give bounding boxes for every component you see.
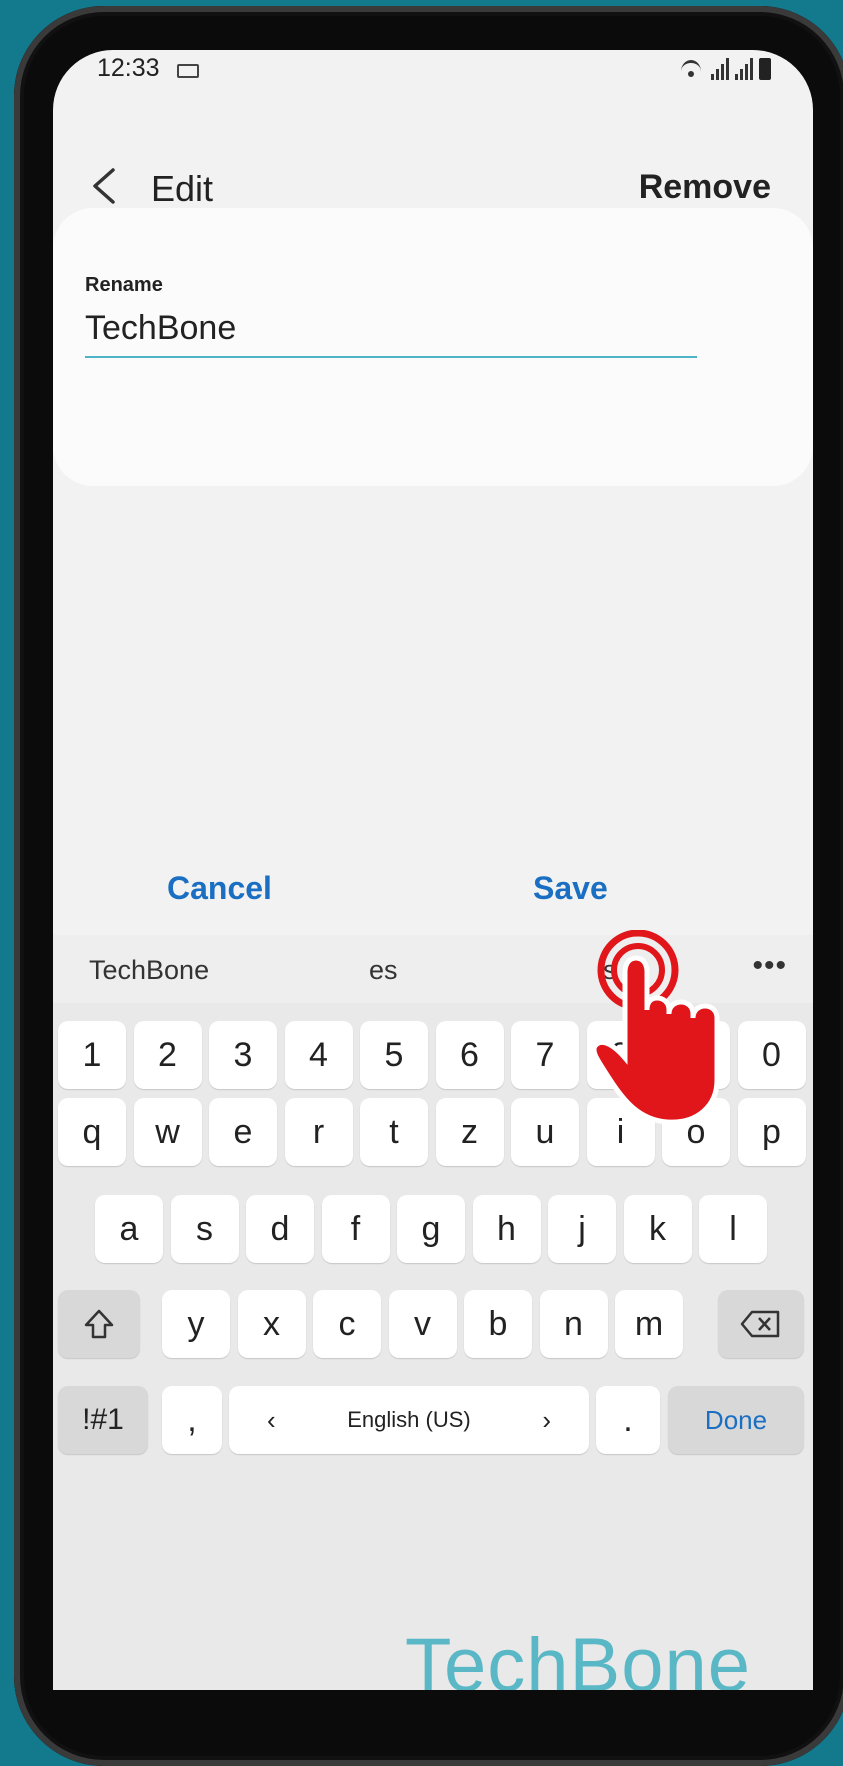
key-i[interactable]: i (586, 1098, 655, 1166)
key-q[interactable]: q (58, 1098, 126, 1166)
space-key[interactable]: ‹ English (US) › (229, 1386, 589, 1454)
key-j[interactable]: j (548, 1195, 616, 1263)
save-button[interactable]: Save (533, 870, 608, 907)
key-s[interactable]: s (170, 1195, 239, 1263)
remove-button[interactable]: Remove (639, 168, 771, 207)
status-bar: 12:33 (53, 50, 813, 120)
signal-icon-2 (735, 58, 753, 80)
key-l[interactable]: l (699, 1195, 767, 1263)
status-time: 12:33 (97, 54, 160, 82)
key-k[interactable]: k (623, 1195, 692, 1263)
key-d[interactable]: d (246, 1195, 314, 1263)
signal-icon (711, 58, 729, 80)
keyboard: TechBone es is ••• 1234567890 qwertzuiop a… (53, 935, 813, 1690)
watermark: TechBone (405, 1623, 752, 1690)
key-1[interactable]: 1 (58, 1021, 126, 1089)
backspace-icon (740, 1310, 780, 1338)
done-key[interactable]: Done (668, 1386, 804, 1454)
key-g[interactable]: g (397, 1195, 465, 1263)
suggestion-3[interactable]: is (597, 955, 617, 986)
key-p[interactable]: p (737, 1098, 806, 1166)
key-0[interactable]: 0 (737, 1021, 806, 1089)
page-title: Edit (151, 168, 214, 209)
key-8[interactable]: 8 (586, 1021, 655, 1089)
key-m[interactable]: m (615, 1290, 683, 1358)
key-a[interactable]: a (95, 1195, 163, 1263)
key-x[interactable]: x (237, 1290, 306, 1358)
rename-label: Rename (85, 274, 163, 296)
key-4[interactable]: 4 (284, 1021, 353, 1089)
key-2[interactable]: 2 (133, 1021, 202, 1089)
cancel-button[interactable]: Cancel (167, 870, 272, 907)
key-v[interactable]: v (388, 1290, 457, 1358)
key-y[interactable]: y (162, 1290, 230, 1358)
key-o[interactable]: o (662, 1098, 730, 1166)
key-6[interactable]: 6 (435, 1021, 504, 1089)
language-label: English (US) (347, 1407, 471, 1432)
key-t[interactable]: t (360, 1098, 428, 1166)
key-c[interactable]: c (313, 1290, 381, 1358)
key-z[interactable]: z (435, 1098, 504, 1166)
wifi-icon (679, 58, 705, 80)
rename-card: Rename (53, 208, 813, 486)
more-options-icon[interactable]: ••• (752, 949, 787, 983)
key-3[interactable]: 3 (209, 1021, 277, 1089)
battery-icon (759, 58, 771, 80)
key-9[interactable]: 9 (662, 1021, 730, 1089)
comma-key[interactable]: , (162, 1386, 222, 1454)
key-b[interactable]: b (464, 1290, 532, 1358)
shift-key[interactable] (58, 1290, 140, 1358)
key-h[interactable]: h (472, 1195, 541, 1263)
lang-next-icon: › (542, 1404, 551, 1435)
backspace-key[interactable] (718, 1290, 804, 1358)
key-n[interactable]: n (539, 1290, 608, 1358)
phone-screen: 12:33 Edit Remove Rename Cancel Save Tec… (53, 50, 813, 1690)
key-f[interactable]: f (321, 1195, 390, 1263)
key-u[interactable]: u (511, 1098, 579, 1166)
suggestion-2[interactable]: es (369, 955, 398, 986)
key-w[interactable]: w (133, 1098, 202, 1166)
suggestion-bar: TechBone es is ••• (53, 935, 813, 1003)
suggestion-1[interactable]: TechBone (89, 955, 209, 986)
keyboard-status-icon (177, 64, 199, 78)
shift-icon (84, 1309, 114, 1339)
period-key[interactable]: . (596, 1386, 660, 1454)
key-e[interactable]: e (209, 1098, 277, 1166)
key-7[interactable]: 7 (511, 1021, 579, 1089)
key-5[interactable]: 5 (360, 1021, 428, 1089)
status-icons (679, 58, 771, 80)
back-icon[interactable] (89, 166, 119, 206)
key-r[interactable]: r (284, 1098, 353, 1166)
rename-input[interactable] (85, 300, 697, 358)
lang-prev-icon: ‹ (267, 1404, 276, 1435)
symbols-key[interactable]: !#1 (58, 1386, 148, 1454)
